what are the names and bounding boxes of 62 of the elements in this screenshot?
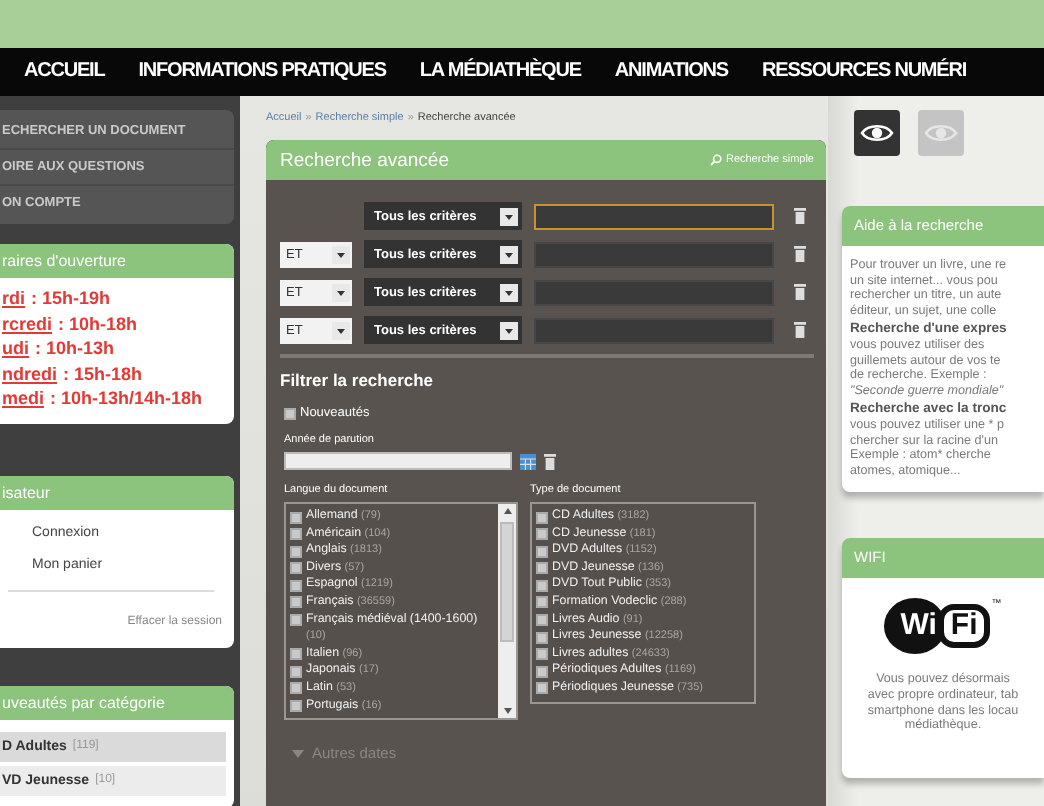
eye-icon (924, 122, 958, 144)
checkbox[interactable] (536, 562, 548, 575)
checkbox[interactable] (290, 545, 302, 558)
nav-link[interactable]: RESSOURCES NUMÉRI (762, 48, 967, 96)
eye-toggle-button[interactable] (918, 110, 964, 156)
calendar-icon[interactable] (520, 453, 536, 469)
trash-icon[interactable] (794, 246, 806, 262)
year-field[interactable] (284, 452, 512, 470)
checkbox[interactable] (536, 665, 548, 678)
card-title: raires d'ouverture (0, 244, 234, 278)
nav-link[interactable]: ACCUEIL (24, 48, 105, 96)
search-field[interactable] (534, 317, 774, 343)
day-link[interactable]: ndredi (2, 361, 58, 386)
wifi-logo-text: Fi (938, 604, 990, 649)
card-title: uveautés par catégorie (0, 685, 234, 719)
panel-title: Recherche avancée (280, 149, 449, 171)
checkbox[interactable] (536, 511, 548, 523)
checkbox[interactable] (290, 579, 302, 592)
eye-icon (860, 122, 894, 144)
opening-time: : 10h-13h (35, 336, 115, 361)
nav-link[interactable]: LA MÉDIATHÈQUE (419, 48, 581, 96)
search-field[interactable] (534, 203, 774, 229)
checkbox[interactable] (290, 682, 302, 695)
opening-time: : 10h-18h (58, 311, 138, 336)
checkbox[interactable] (536, 631, 548, 644)
checkbox[interactable] (290, 596, 302, 609)
section-title: Filtrer la recherche (280, 370, 436, 390)
scrollbar[interactable] (498, 504, 516, 719)
checkbox[interactable] (536, 579, 548, 592)
checkbox[interactable] (536, 545, 548, 558)
day-link[interactable]: rcredi (2, 311, 53, 336)
checkbox[interactable] (290, 648, 302, 661)
checkbox[interactable] (284, 407, 296, 419)
checkbox[interactable] (290, 528, 302, 541)
eye-toggle-button[interactable] (854, 110, 900, 156)
checkbox[interactable] (290, 665, 302, 678)
checkbox[interactable] (290, 562, 302, 575)
checkbox[interactable] (536, 682, 548, 695)
trash-icon[interactable] (794, 208, 806, 224)
checkbox[interactable] (536, 596, 548, 609)
triangle-icon (292, 749, 304, 758)
nav-link[interactable]: ANIMATIONS (614, 48, 728, 96)
nav-link[interactable]: INFORMATIONS PRATIQUES (138, 48, 386, 96)
checkbox[interactable] (290, 614, 302, 627)
day-link[interactable]: medi (2, 386, 45, 411)
trash-icon[interactable] (544, 453, 556, 469)
trash-icon[interactable] (794, 284, 806, 300)
day-link[interactable]: rdi (2, 286, 26, 311)
opening-time: : 15h-18h (63, 361, 143, 386)
checkbox[interactable] (536, 648, 548, 661)
opening-time: : 10h-13h/14h-18h (50, 386, 203, 411)
checkbox[interactable] (536, 528, 548, 541)
search-icon (709, 154, 722, 166)
opening-time: : 15h-19h (31, 286, 111, 311)
day-link[interactable]: udi (2, 336, 29, 361)
card-title: isateur (0, 475, 234, 509)
checkbox[interactable] (290, 511, 302, 523)
search-field[interactable] (534, 241, 774, 267)
checkbox[interactable] (290, 700, 302, 713)
checkbox[interactable] (536, 614, 548, 627)
trash-icon[interactable] (794, 322, 806, 338)
search-field[interactable] (534, 279, 774, 305)
